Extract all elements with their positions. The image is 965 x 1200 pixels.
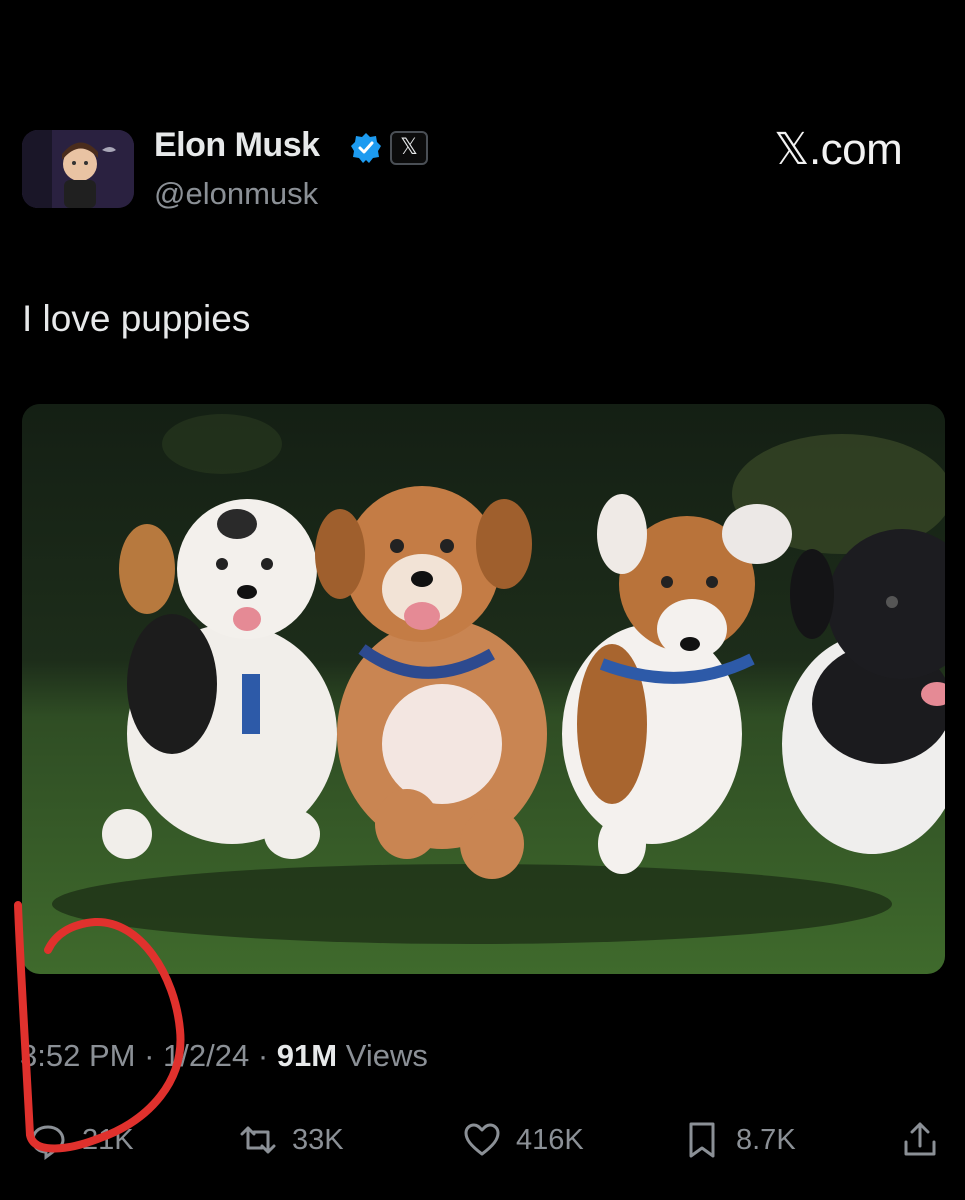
puppy-4: [782, 529, 945, 854]
repost-icon: [240, 1126, 276, 1154]
verified-badge-icon: [349, 131, 383, 165]
tweet-media-image[interactable]: [22, 404, 945, 974]
views-label: Views: [337, 1038, 428, 1073]
tweet-time[interactable]: 3:52 PM: [20, 1038, 135, 1073]
brand-logo: 𝕏.com: [774, 125, 903, 174]
tweet-text: I love puppies: [22, 298, 251, 339]
reply-icon: [31, 1125, 65, 1160]
user-handle[interactable]: @elonmusk: [154, 176, 318, 212]
reply-button[interactable]: 21K: [28, 1118, 134, 1162]
views-count: 91M: [276, 1038, 338, 1073]
tweet-date[interactable]: 1/2/24: [163, 1038, 249, 1073]
like-button[interactable]: 416K: [462, 1118, 584, 1162]
separator: ·: [249, 1038, 277, 1073]
affiliation-badge-icon: 𝕏: [390, 131, 428, 165]
bookmark-count: 8.7K: [736, 1123, 796, 1156]
tweet-meta: 3:52 PM · 1/2/24 · 91M Views: [20, 1038, 428, 1074]
share-icon: [904, 1122, 936, 1156]
heart-icon: [464, 1123, 500, 1156]
separator: ·: [135, 1038, 164, 1073]
display-name[interactable]: Elon Musk: [154, 126, 320, 165]
avatar[interactable]: [22, 130, 134, 208]
like-count: 416K: [516, 1123, 584, 1156]
reply-count: 21K: [82, 1123, 134, 1156]
repost-count: 33K: [292, 1123, 344, 1156]
share-button[interactable]: [900, 1118, 954, 1162]
bookmark-icon: [689, 1122, 715, 1158]
repost-button[interactable]: 33K: [238, 1118, 344, 1162]
bookmark-button[interactable]: 8.7K: [682, 1118, 796, 1162]
